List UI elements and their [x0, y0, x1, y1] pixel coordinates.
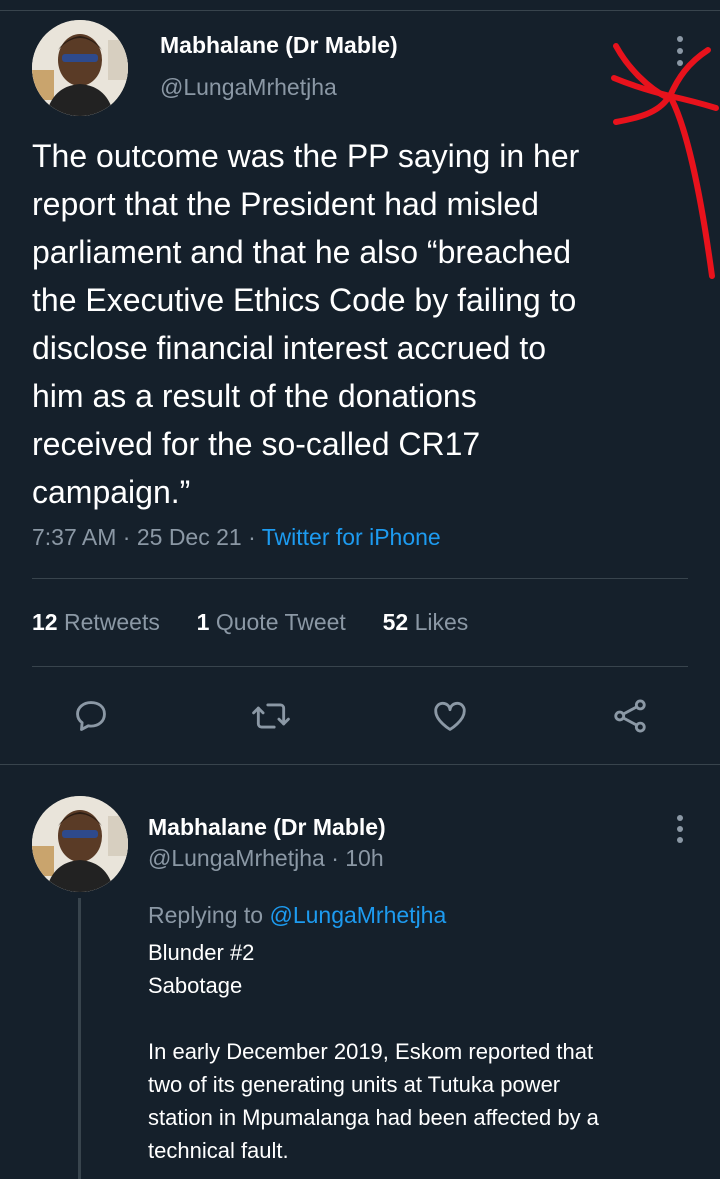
- thread-line: [78, 898, 81, 1179]
- reply-author-handle[interactable]: @LungaMrhetjha: [148, 845, 325, 871]
- reply-author-name[interactable]: Mabhalane (Dr Mable): [148, 814, 386, 841]
- reply-text-line: station in Mpumalanga had been affected …: [148, 1105, 599, 1130]
- reply-text-line: [148, 1002, 708, 1035]
- reply-text-line: two of its generating units at Tutuka po…: [148, 1072, 561, 1097]
- reply-icon[interactable]: [72, 697, 110, 735]
- reply-author-meta: @LungaMrhetjha · 10h: [148, 845, 384, 872]
- tweet-stats: 12 Retweets 1 Quote Tweet 52 Likes: [32, 609, 468, 636]
- main-author-handle[interactable]: @LungaMrhetjha: [160, 74, 337, 101]
- avatar-photo: [32, 20, 128, 116]
- retweets-count: 12: [32, 609, 58, 635]
- reply-avatar[interactable]: [32, 796, 128, 892]
- likes-count: 52: [382, 609, 409, 635]
- quotes-count: 1: [196, 609, 210, 635]
- quotes-label: Quote Tweet: [215, 609, 346, 635]
- tweet-timestamp: 7:37 AM · 25 Dec 21 · Twitter for iPhone: [32, 524, 441, 551]
- replying-to: Replying to @LungaMrhetjha: [148, 902, 446, 929]
- retweet-icon[interactable]: [250, 697, 292, 735]
- tweet-text-line: campaign.”: [32, 474, 191, 510]
- tweet-date[interactable]: 25 Dec 21: [137, 524, 242, 550]
- tweet-text-line: parliament and that he also “breached: [32, 234, 572, 270]
- stats-bottom-divider: [32, 666, 688, 667]
- avatar-photo: [32, 796, 128, 892]
- dot-separator: ·: [248, 524, 256, 550]
- reply-time-ago[interactable]: · 10h: [331, 845, 383, 871]
- tweet-text-line: the Executive Ethics Code by failing to: [32, 282, 577, 318]
- likes-stat[interactable]: 52 Likes: [383, 609, 469, 635]
- main-tweet-text: The outcome was the PP saying in her rep…: [32, 132, 692, 516]
- tweet-text-line: disclose financial interest accrued to: [32, 330, 547, 366]
- reply-text-line: Sabotage: [148, 973, 243, 998]
- share-icon[interactable]: [610, 697, 650, 735]
- reply-text-line: In early December 2019, Eskom reported t…: [148, 1039, 594, 1064]
- tweet-text-line: report that the President had misled: [32, 186, 539, 222]
- likes-label: Likes: [414, 609, 469, 635]
- tweet-time[interactable]: 7:37 AM: [32, 524, 116, 550]
- reply-text-line: technical fault.: [148, 1138, 289, 1163]
- reply-tweet-text: Blunder #2 Sabotage In early December 20…: [148, 936, 708, 1167]
- tweet-text-line: received for the so-called CR17: [32, 426, 481, 462]
- quotes-stat[interactable]: 1 Quote Tweet: [197, 609, 353, 635]
- like-icon[interactable]: [430, 697, 470, 735]
- reply-more-options-icon[interactable]: [674, 814, 686, 844]
- replying-to-label: Replying to: [148, 902, 264, 928]
- tweet-text-line: him as a result of the donations: [32, 378, 477, 414]
- main-author-name[interactable]: Mabhalane (Dr Mable): [160, 32, 398, 59]
- section-divider: [0, 764, 720, 765]
- retweets-stat[interactable]: 12 Retweets: [32, 609, 166, 635]
- reply-text-line: Blunder #2: [148, 940, 255, 965]
- dot-separator: ·: [122, 524, 131, 550]
- tweet-source-link[interactable]: Twitter for iPhone: [262, 524, 441, 550]
- replying-to-handle[interactable]: @LungaMrhetjha: [269, 902, 446, 928]
- main-avatar[interactable]: [32, 20, 128, 116]
- top-divider: [0, 10, 720, 11]
- retweets-label: Retweets: [63, 609, 160, 635]
- stats-top-divider: [32, 578, 688, 579]
- tweet-text-line: The outcome was the PP saying in her: [32, 138, 580, 174]
